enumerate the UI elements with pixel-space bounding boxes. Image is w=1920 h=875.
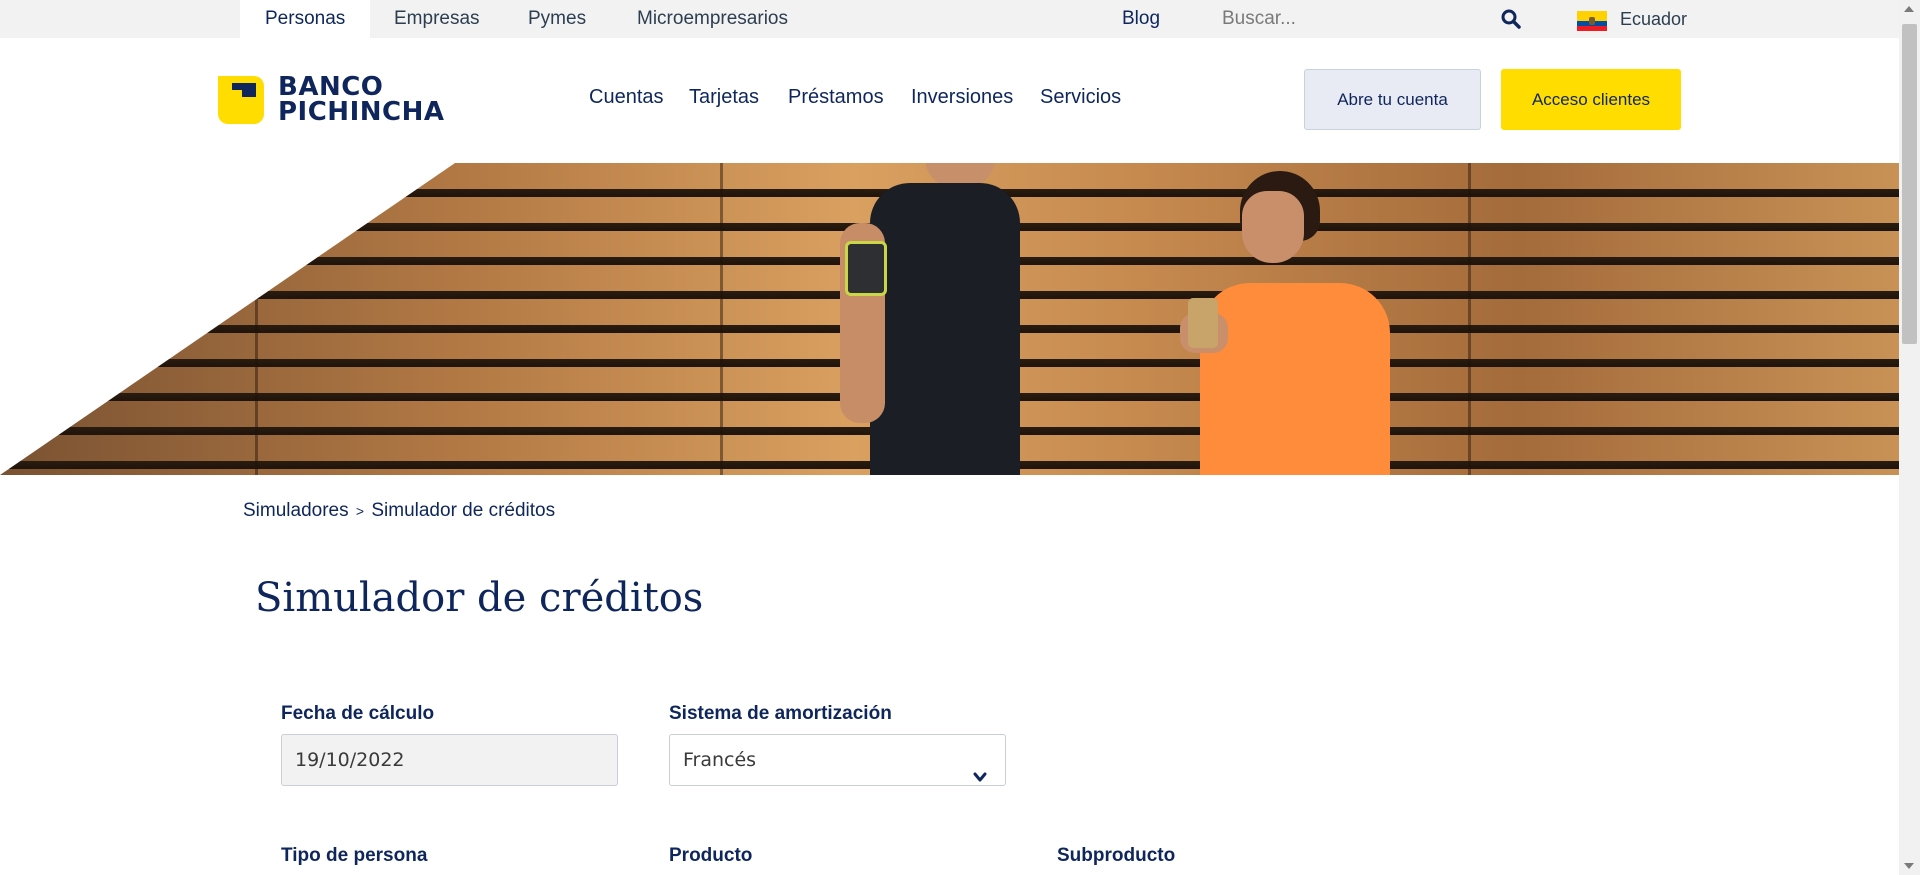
breadcrumb-current: Simulador de créditos	[371, 500, 556, 521]
nav-prestamos[interactable]: Préstamos	[788, 86, 884, 109]
page-scrollbar[interactable]	[1899, 0, 1920, 875]
segment-personas[interactable]: Personas	[240, 0, 371, 38]
nav-cuentas[interactable]: Cuentas	[589, 86, 664, 109]
breadcrumb-simuladores[interactable]: Simuladores	[243, 500, 349, 521]
hero-banner-image	[0, 163, 1899, 475]
logo-wordmark: BANCO PICHINCHA	[278, 74, 445, 127]
nav-servicios[interactable]: Servicios	[1040, 86, 1121, 109]
country-selector[interactable]: Ecuador	[1620, 0, 1687, 38]
nav-tarjetas[interactable]: Tarjetas	[689, 86, 759, 109]
breadcrumb-separator: >	[355, 503, 365, 519]
page-title: Simulador de créditos	[255, 575, 704, 621]
breadcrumb: Simuladores > Simulador de créditos	[243, 500, 555, 522]
bank-logo[interactable]: BANCO PICHINCHA	[218, 74, 450, 128]
scroll-down-icon[interactable]	[1904, 863, 1914, 869]
segment-pymes[interactable]: Pymes	[528, 0, 586, 38]
ecuador-flag-icon[interactable]	[1577, 11, 1607, 31]
scrollbar-thumb[interactable]	[1902, 24, 1917, 344]
segment-microempresarios[interactable]: Microempresarios	[637, 0, 788, 38]
search-icon[interactable]	[1500, 8, 1522, 30]
main-header: BANCO PICHINCHA Cuentas Tarjetas Préstam…	[0, 38, 1899, 163]
tipo-persona-label: Tipo de persona	[281, 845, 428, 866]
producto-label: Producto	[669, 845, 753, 866]
sistema-amortizacion-label: Sistema de amortización	[669, 703, 892, 724]
hero-white-triangle	[0, 163, 455, 475]
client-access-button[interactable]: Acceso clientes	[1501, 69, 1681, 130]
fecha-calculo-label: Fecha de cálculo	[281, 703, 435, 724]
hero-person-man	[840, 163, 1050, 475]
blog-link[interactable]: Blog	[1122, 0, 1160, 38]
subproducto-label: Subproducto	[1057, 845, 1176, 866]
nav-inversiones[interactable]: Inversiones	[911, 86, 1013, 109]
open-account-button[interactable]: Abre tu cuenta	[1304, 69, 1481, 130]
logo-line-2: PICHINCHA	[278, 97, 445, 127]
search-input[interactable]	[1210, 0, 1480, 38]
segment-empresas[interactable]: Empresas	[394, 0, 480, 38]
logo-mark-icon	[218, 76, 264, 124]
sistema-amortizacion-value: Francés	[683, 749, 757, 771]
scroll-up-icon[interactable]	[1904, 6, 1914, 12]
chevron-down-icon	[973, 753, 987, 782]
fecha-calculo-field[interactable]: 19/10/2022	[281, 734, 618, 786]
hero-person-woman	[1180, 163, 1410, 475]
top-utility-bar: Personas Empresas Pymes Microempresarios…	[0, 0, 1899, 38]
sistema-amortizacion-select[interactable]: Francés	[669, 734, 1006, 786]
